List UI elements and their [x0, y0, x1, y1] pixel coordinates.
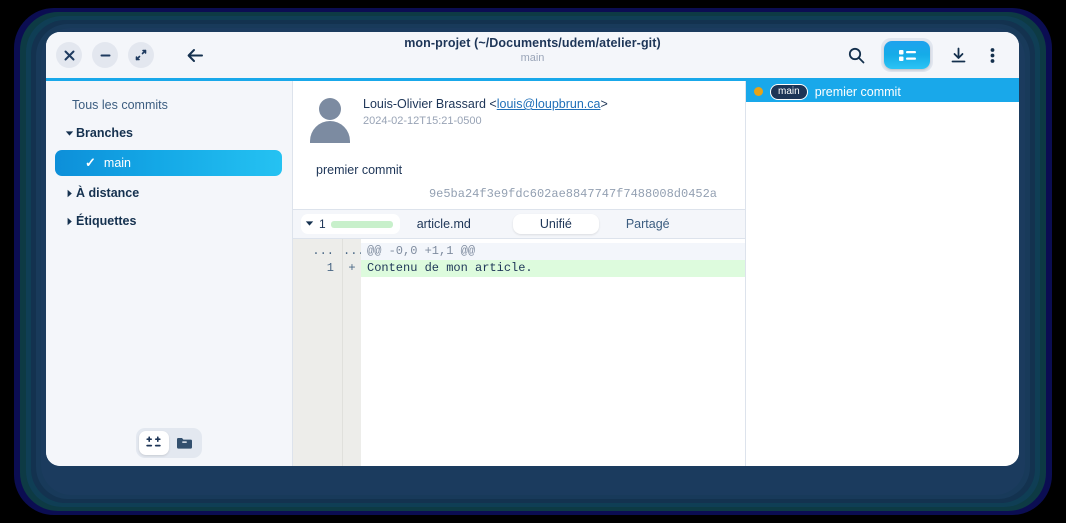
sidebar-item-main-branch[interactable]: ✓ main	[55, 150, 282, 176]
download-icon[interactable]	[941, 38, 975, 72]
gutter-cell: ...	[343, 244, 365, 258]
diff-view-tabs: Unifié Partagé	[512, 214, 697, 234]
title-bar: mon-projet (~/Documents/udem/atelier-git…	[46, 32, 1019, 78]
sidebar-mode-group	[136, 428, 202, 458]
sidebar-group-branches[interactable]: Branches	[46, 119, 292, 147]
commit-date: 2024-02-12T15:21-0500	[363, 115, 482, 127]
branch-badge: main	[770, 83, 808, 100]
sidebar-item-all-commits[interactable]: Tous les commits	[46, 91, 292, 119]
sidebar-group-tags[interactable]: Étiquettes	[46, 207, 292, 235]
sidebar-footer	[46, 428, 292, 458]
avatar-body	[310, 121, 350, 143]
sidebar-item-label: Tous les commits	[72, 98, 168, 112]
author-info: Louis-Olivier Brassard <louis@loupbrun.c…	[363, 91, 608, 141]
diff-stat-bar	[330, 220, 393, 228]
minimize-button[interactable]	[92, 42, 118, 68]
diff-hunk-header: @@ -0,0 +1,1 @@	[361, 243, 745, 260]
commit-detail-panel: Louis-Olivier Brassard <louis@loupbrun.c…	[293, 81, 746, 466]
sidebar: Tous les commits Branches ✓ main À dista…	[46, 81, 293, 466]
tab-unified[interactable]: Unifié	[512, 214, 599, 234]
diff-stat-icon[interactable]	[139, 431, 169, 455]
close-button[interactable]	[56, 42, 82, 68]
diff-body: ... 1 ... + @@ -0,0 +1,1 @@ Contenu de m…	[293, 239, 745, 466]
commit-graph-dot-icon	[754, 87, 763, 96]
commit-header: Louis-Olivier Brassard <louis@loupbrun.c…	[293, 81, 745, 209]
author-name: Louis-Olivier Brassard <louis@loupbrun.c…	[363, 91, 608, 111]
gutter-cell: 1	[326, 261, 334, 275]
author-email-link[interactable]: louis@loupbrun.ca	[497, 97, 601, 111]
commit-list-row[interactable]: main premier commit	[746, 81, 1019, 102]
view-mode-group	[881, 38, 933, 72]
toolbar-actions	[839, 38, 1019, 72]
check-icon: ✓	[85, 155, 96, 170]
sidebar-list: Tous les commits Branches ✓ main À dista…	[46, 81, 292, 235]
avatar-head	[319, 98, 341, 120]
commit-subject: premier commit	[814, 84, 901, 99]
gutter-cell: ...	[312, 244, 334, 258]
chevron-down-icon	[305, 219, 314, 230]
sidebar-group-remote[interactable]: À distance	[46, 179, 292, 207]
sidebar-group-label: Branches	[76, 126, 133, 140]
window-body: Tous les commits Branches ✓ main À dista…	[46, 81, 1019, 466]
diff-code-column: @@ -0,0 +1,1 @@ Contenu de mon article.	[361, 239, 745, 466]
sidebar-item-label: main	[103, 156, 131, 170]
diff-gutter-old: ... 1	[293, 239, 343, 466]
list-view-icon[interactable]	[884, 41, 930, 69]
archive-folder-icon[interactable]	[169, 431, 199, 455]
avatar	[307, 95, 353, 143]
diff-added-line: Contenu de mon article.	[361, 260, 745, 277]
commit-message: premier commit	[316, 163, 403, 177]
sidebar-group-label: À distance	[76, 186, 140, 200]
diff-file-header: 1 article.md Unifié Partagé	[293, 209, 745, 239]
tab-split[interactable]: Partagé	[599, 214, 697, 234]
author-row: Louis-Olivier Brassard <louis@loupbrun.c…	[307, 91, 731, 143]
diff-gutter-sign: ... +	[343, 239, 365, 466]
author-name-text: Louis-Olivier Brassard <	[363, 97, 497, 111]
back-arrow-icon[interactable]	[182, 42, 208, 68]
diff-stat-pill[interactable]: 1	[301, 214, 400, 234]
diff-file-name: article.md	[416, 217, 471, 231]
chevron-right-icon	[62, 217, 76, 226]
app-window: mon-projet (~/Documents/udem/atelier-git…	[46, 32, 1019, 466]
screen-background: mon-projet (~/Documents/udem/atelier-git…	[0, 0, 1066, 523]
sidebar-group-label: Étiquettes	[76, 214, 137, 228]
chevron-down-icon	[62, 129, 76, 138]
window-controls	[46, 42, 208, 68]
gutter-cell: +	[348, 261, 356, 275]
commit-hash: 9e5ba24f3e9fdc602ae8847747f7488008d0452a	[428, 187, 717, 201]
chevron-right-icon	[62, 189, 76, 198]
maximize-button[interactable]	[128, 42, 154, 68]
diff-stat-count: 1	[319, 217, 326, 231]
search-icon[interactable]	[839, 38, 873, 72]
author-name-suffix: >	[600, 97, 608, 111]
commit-list-panel: main premier commit	[746, 81, 1019, 466]
kebab-menu-icon[interactable]	[975, 38, 1009, 72]
